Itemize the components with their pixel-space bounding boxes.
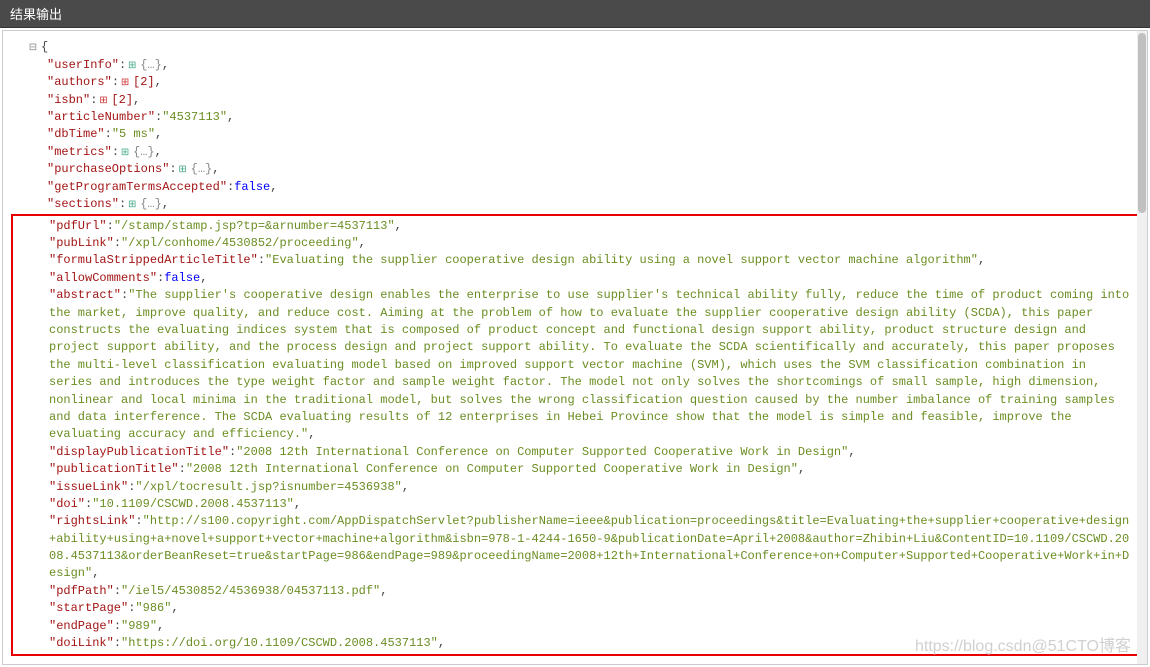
json-prop-endPage: "endPage":"989", bbox=[13, 618, 1145, 635]
json-prop-doi: "doi":"10.1109/CSCWD.2008.4537113", bbox=[13, 496, 1145, 513]
json-value: "/xpl/tocresult.jsp?isnumber=4536938" bbox=[135, 480, 401, 494]
toggle-expand-icon[interactable]: ⊞ bbox=[119, 147, 131, 162]
json-prop-allowComments: "allowComments":false, bbox=[13, 270, 1145, 287]
json-prop-rightsLink: "rightsLink":"http://s100.copyright.com/… bbox=[13, 513, 1145, 583]
toggle-expand-icon[interactable]: ⊞ bbox=[97, 95, 109, 110]
json-key: "purchaseOptions" bbox=[47, 162, 169, 176]
json-prop-getProgramTermsAccepted: "getProgramTermsAccepted":false, bbox=[11, 179, 1147, 196]
json-key: "metrics" bbox=[47, 145, 112, 159]
json-value: "/iel5/4530852/4536938/04537113.pdf" bbox=[121, 584, 380, 598]
json-key: "startPage" bbox=[49, 601, 128, 615]
json-key: "publicationTitle" bbox=[49, 462, 179, 476]
json-value: "2008 12th International Conference on C… bbox=[186, 462, 798, 476]
json-value: "The supplier's cooperative design enabl… bbox=[49, 288, 1129, 441]
json-key: "doiLink" bbox=[49, 636, 114, 650]
json-value: "Evaluating the supplier cooperative des… bbox=[265, 253, 978, 267]
json-prop-pdfPath: "pdfPath":"/iel5/4530852/4536938/0453711… bbox=[13, 583, 1145, 600]
json-root-open: ⊟{ bbox=[11, 39, 1147, 57]
json-prop-authors: "authors":⊞[2], bbox=[11, 74, 1147, 92]
json-value: "4537113" bbox=[162, 110, 227, 124]
json-prop-sections: "sections":⊞{…}, bbox=[11, 196, 1147, 214]
json-key: "sections" bbox=[47, 197, 119, 211]
json-value: "/xpl/conhome/4530852/proceeding" bbox=[121, 236, 359, 250]
scrollbar-thumb[interactable] bbox=[1138, 33, 1146, 213]
toggle-expand-icon[interactable]: ⊞ bbox=[126, 199, 138, 214]
collapsed-object[interactable]: {…} bbox=[191, 162, 213, 176]
json-key: "userInfo" bbox=[47, 58, 119, 72]
collapsed-object[interactable]: {…} bbox=[140, 58, 162, 72]
json-key: "formulaStrippedArticleTitle" bbox=[49, 253, 258, 267]
json-value: "2008 12th International Conference on C… bbox=[236, 445, 848, 459]
highlight-region: "pdfUrl":"/stamp/stamp.jsp?tp=&arnumber=… bbox=[11, 214, 1147, 657]
json-value: "https://doi.org/10.1109/CSCWD.2008.4537… bbox=[121, 636, 438, 650]
json-prop-abstract: "abstract":"The supplier's cooperative d… bbox=[13, 287, 1145, 444]
json-prop-publicationTitle: "publicationTitle":"2008 12th Internatio… bbox=[13, 461, 1145, 478]
json-key: "pdfUrl" bbox=[49, 219, 107, 233]
json-key: "pdfPath" bbox=[49, 584, 114, 598]
json-key: "issueLink" bbox=[49, 480, 128, 494]
json-key: "isbn" bbox=[47, 93, 90, 107]
collapsed-array[interactable]: [2] bbox=[133, 75, 155, 89]
json-key: "endPage" bbox=[49, 619, 114, 633]
json-prop-metrics: "metrics":⊞{…}, bbox=[11, 144, 1147, 162]
vertical-scrollbar[interactable] bbox=[1137, 31, 1147, 664]
json-prop-startPage: "startPage":"986", bbox=[13, 600, 1145, 617]
json-key: "abstract" bbox=[49, 288, 121, 302]
json-key: "dbTime" bbox=[47, 127, 105, 141]
toggle-expand-icon[interactable]: ⊞ bbox=[119, 77, 131, 92]
json-prop-issueLink: "issueLink":"/xpl/tocresult.jsp?isnumber… bbox=[13, 479, 1145, 496]
json-value: false bbox=[164, 271, 200, 285]
brace-open: { bbox=[41, 40, 48, 54]
collapsed-array[interactable]: [2] bbox=[111, 93, 133, 107]
json-key: "displayPublicationTitle" bbox=[49, 445, 229, 459]
json-key: "rightsLink" bbox=[49, 514, 135, 528]
json-value: "5 ms" bbox=[112, 127, 155, 141]
json-value: "http://s100.copyright.com/AppDispatchSe… bbox=[49, 514, 1129, 580]
json-prop-isbn: "isbn":⊞[2], bbox=[11, 92, 1147, 110]
json-key: "pubLink" bbox=[49, 236, 114, 250]
panel-header: 结果输出 bbox=[0, 0, 1150, 28]
json-key: "doi" bbox=[49, 497, 85, 511]
json-prop-articleNumber: "articleNumber":"4537113", bbox=[11, 109, 1147, 126]
json-value: "/stamp/stamp.jsp?tp=&arnumber=4537113" bbox=[114, 219, 395, 233]
json-key: "articleNumber" bbox=[47, 110, 155, 124]
collapsed-object[interactable]: {…} bbox=[133, 145, 155, 159]
toggle-expand-icon[interactable]: ⊞ bbox=[126, 60, 138, 75]
json-prop-purchaseOptions: "purchaseOptions":⊞{…}, bbox=[11, 161, 1147, 179]
json-prop-doiLink: "doiLink":"https://doi.org/10.1109/CSCWD… bbox=[13, 635, 1145, 652]
json-prop-userInfo: "userInfo":⊞{…}, bbox=[11, 57, 1147, 75]
json-key: "authors" bbox=[47, 75, 112, 89]
json-key: "getProgramTermsAccepted" bbox=[47, 180, 227, 194]
json-value: "986" bbox=[135, 601, 171, 615]
json-prop-formulaStrippedArticleTitle: "formulaStrippedArticleTitle":"Evaluatin… bbox=[13, 252, 1145, 269]
json-prop-displayPublicationTitle: "displayPublicationTitle":"2008 12th Int… bbox=[13, 444, 1145, 461]
json-viewer: ⊟{ "userInfo":⊞{…}, "authors":⊞[2], "isb… bbox=[2, 30, 1148, 665]
toggle-collapse-icon[interactable]: ⊟ bbox=[27, 42, 39, 57]
json-prop-pubLink: "pubLink":"/xpl/conhome/4530852/proceedi… bbox=[13, 235, 1145, 252]
json-value: "10.1109/CSCWD.2008.4537113" bbox=[92, 497, 294, 511]
json-key: "allowComments" bbox=[49, 271, 157, 285]
toggle-expand-icon[interactable]: ⊞ bbox=[177, 164, 189, 179]
collapsed-object[interactable]: {…} bbox=[140, 197, 162, 211]
json-prop-dbTime: "dbTime":"5 ms", bbox=[11, 126, 1147, 143]
json-prop-pdfUrl: "pdfUrl":"/stamp/stamp.jsp?tp=&arnumber=… bbox=[13, 218, 1145, 235]
json-value: false bbox=[234, 180, 270, 194]
json-value: "989" bbox=[121, 619, 157, 633]
